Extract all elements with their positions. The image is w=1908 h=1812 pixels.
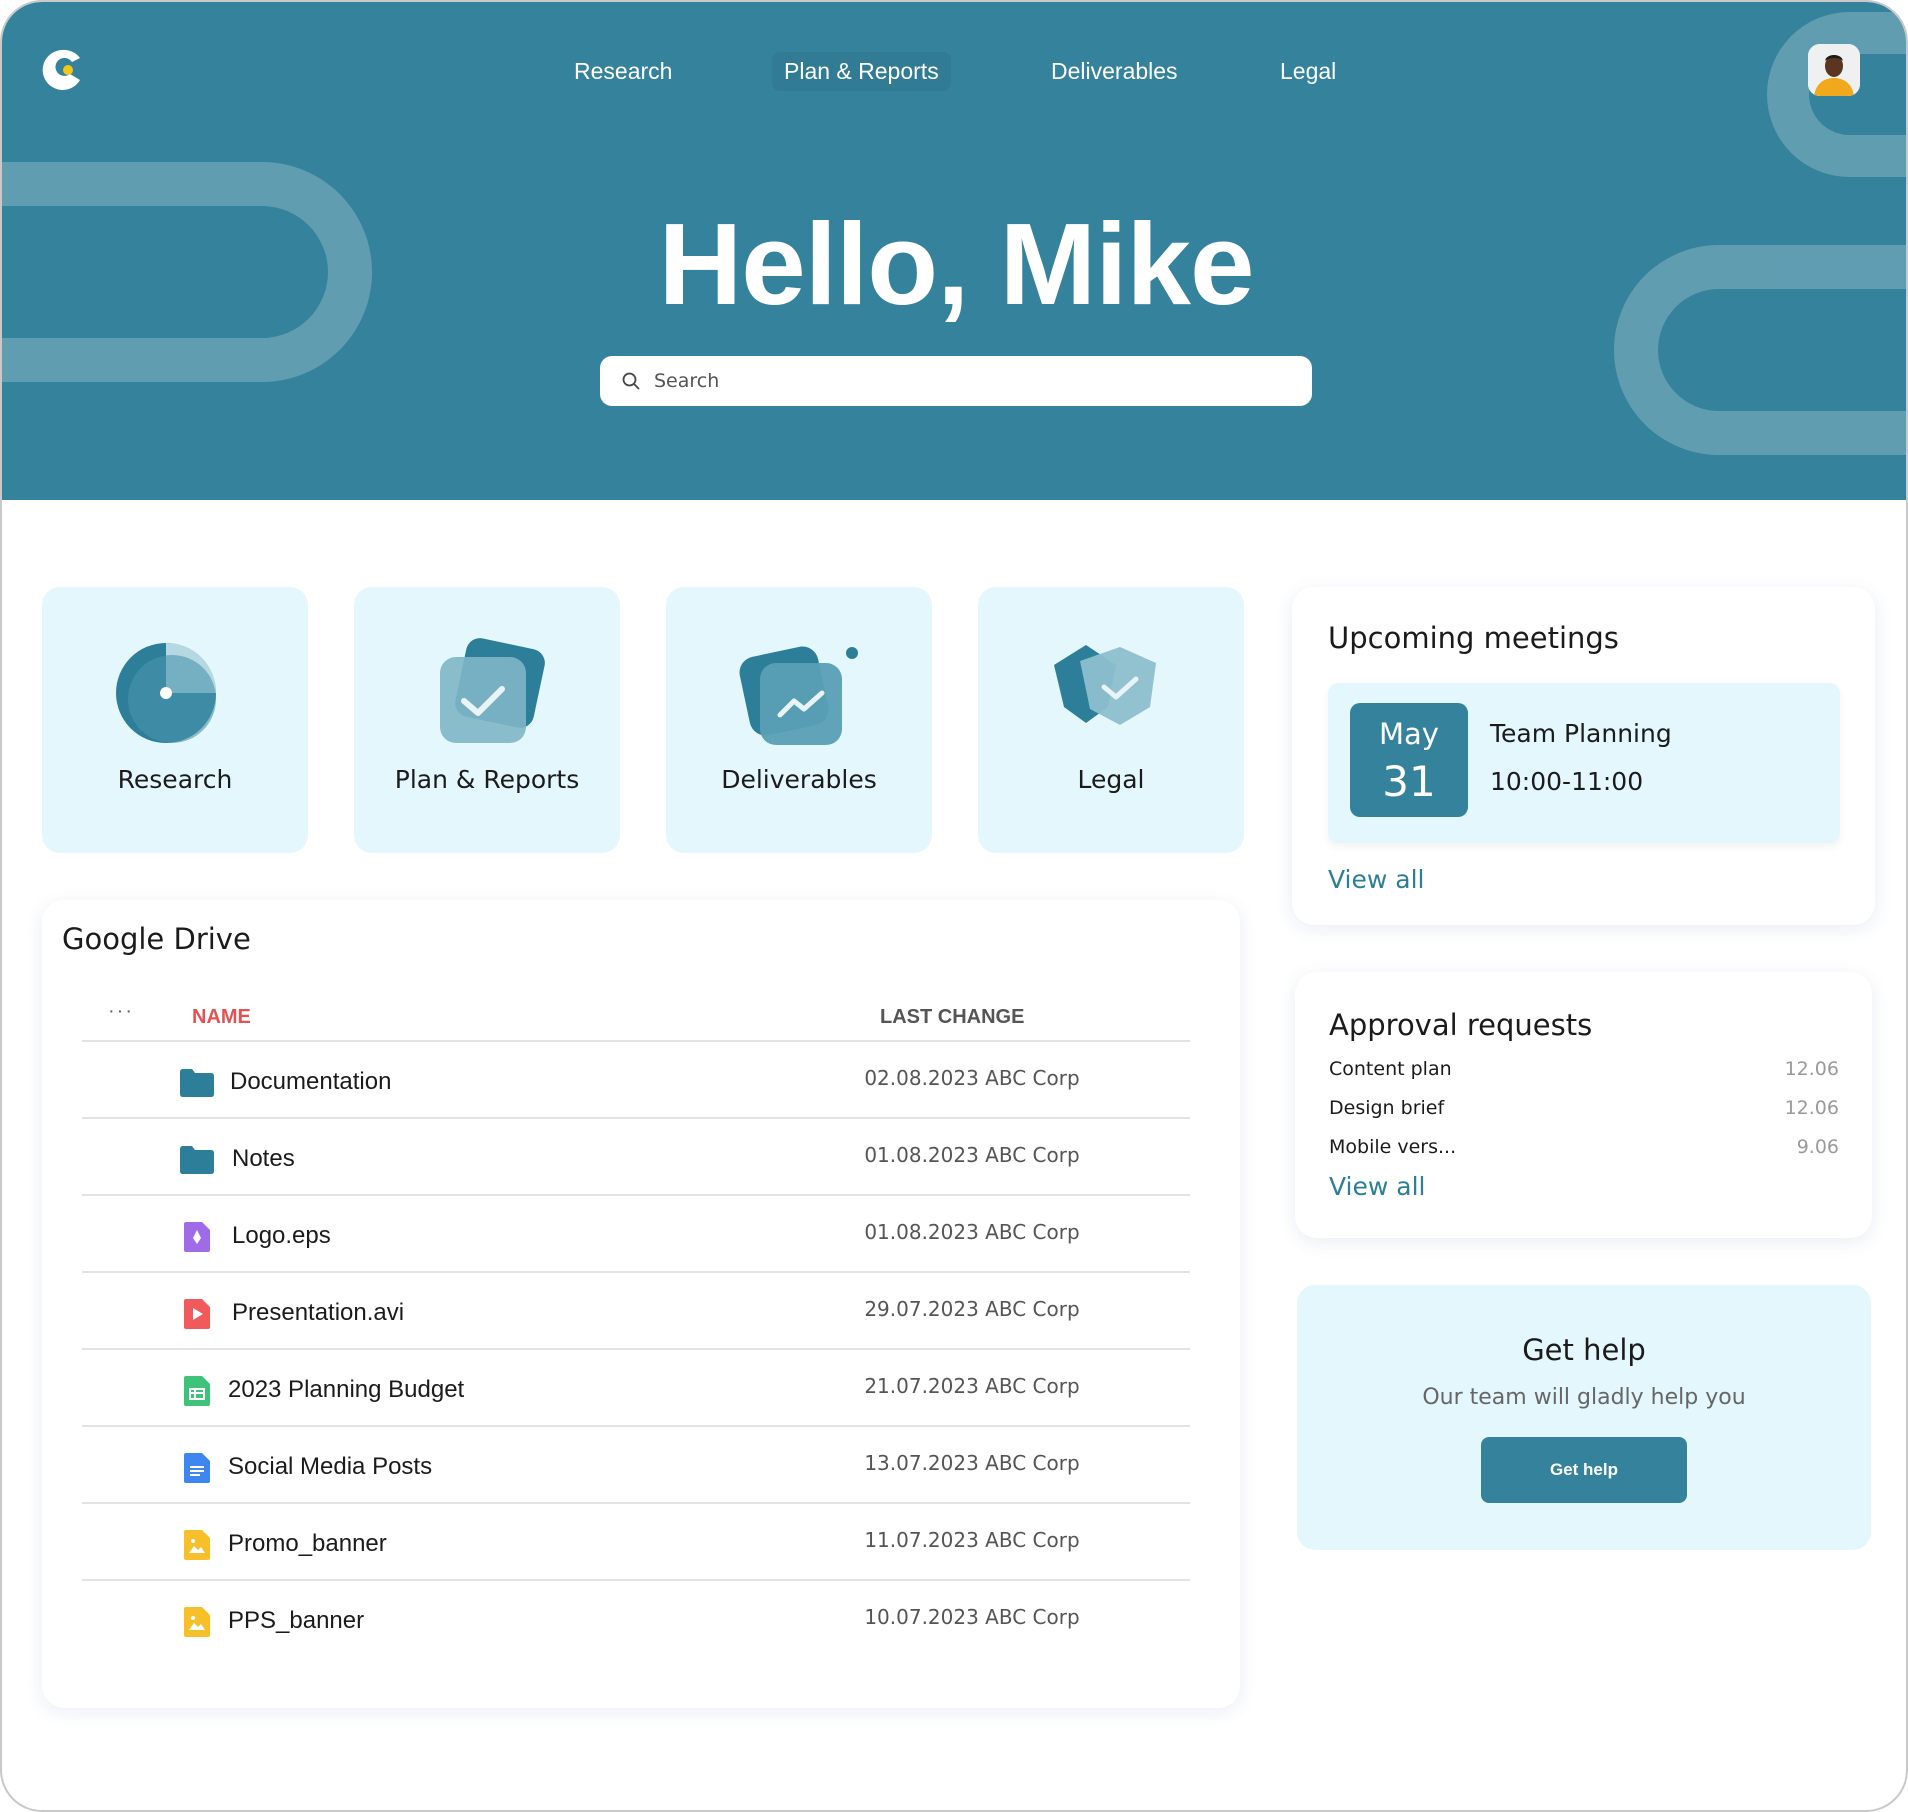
file-last-change: 01.08.2023 ABC Corp [864,1220,1080,1244]
approval-date: 12.06 [1784,1058,1839,1080]
more-options-icon[interactable]: ··· [108,1000,134,1023]
help-subtitle: Our team will gladly help you [1422,1385,1746,1410]
table-row[interactable]: Notes 01.08.2023 ABC Corp [82,1117,1190,1194]
nav-legal[interactable]: Legal [1280,58,1336,85]
table-row[interactable]: Logo.eps 01.08.2023 ABC Corp [82,1194,1190,1271]
approval-name: Mobile vers... [1329,1136,1457,1158]
meeting-item[interactable]: May 31 Team Planning 10:00-11:00 [1328,683,1840,843]
file-name: Presentation.avi [232,1299,405,1326]
search-icon [622,372,640,390]
meeting-date-badge: May 31 [1350,703,1468,817]
file-last-change: 10.07.2023 ABC Corp [864,1605,1080,1629]
get-help-button[interactable]: Get help [1481,1437,1687,1503]
approval-item[interactable]: Mobile vers... 9.06 [1329,1136,1839,1166]
tile-deliverables[interactable]: Deliverables [666,587,932,853]
table-row[interactable]: PPS_banner 10.07.2023 ABC Corp [82,1579,1190,1656]
table-row[interactable]: 2023 Planning Budget 21.07.2023 ABC Corp [82,1348,1190,1425]
file-last-change: 21.07.2023 ABC Corp [864,1374,1080,1398]
nav-deliverables[interactable]: Deliverables [1051,58,1178,85]
shield-check-icon [1054,645,1156,725]
user-avatar-icon [1808,44,1860,96]
video-file-icon [184,1299,210,1329]
file-name: 2023 Planning Budget [228,1376,465,1403]
image-file-icon [184,1607,210,1637]
pie-chart-icon [116,643,216,743]
meetings-title: Upcoming meetings [1328,621,1619,655]
approval-name: Content plan [1329,1058,1452,1080]
vector-file-icon [184,1222,210,1252]
image-file-icon [184,1530,210,1560]
approval-date: 12.06 [1784,1097,1839,1119]
meeting-day: 31 [1382,757,1436,806]
approval-name: Design brief [1329,1097,1445,1119]
tile-label: Legal [1077,765,1145,794]
file-name: Logo.eps [232,1222,331,1249]
table-row[interactable]: Documentation 02.08.2023 ABC Corp [82,1040,1190,1117]
avatar[interactable] [1808,44,1860,96]
meeting-time: 10:00-11:00 [1490,767,1644,796]
file-name: Notes [232,1145,295,1172]
trend-chart-icon [739,646,858,745]
approvals-view-all-link[interactable]: View all [1329,1172,1425,1201]
tile-research[interactable]: Research [42,587,308,853]
nav-plan-reports[interactable]: Plan & Reports [772,52,951,91]
table-row[interactable]: Social Media Posts 13.07.2023 ABC Corp [82,1425,1190,1502]
folder-icon [180,1069,214,1097]
approval-item[interactable]: Content plan 12.06 [1329,1058,1839,1088]
doc-file-icon [184,1453,210,1483]
file-last-change: 11.07.2023 ABC Corp [864,1528,1080,1552]
approval-item[interactable]: Design brief 12.06 [1329,1097,1839,1127]
file-name: Promo_banner [228,1530,387,1557]
file-last-change: 29.07.2023 ABC Corp [864,1297,1080,1321]
google-drive-card: Google Drive ··· NAME LAST CHANGE Docume… [42,900,1240,1708]
table-row[interactable]: Promo_banner 11.07.2023 ABC Corp [82,1502,1190,1579]
tile-label: Plan & Reports [394,765,580,794]
checklist-icon [440,638,545,743]
column-header-last-change[interactable]: LAST CHANGE [880,1006,1024,1029]
upcoming-meetings-card: Upcoming meetings May 31 Team Planning 1… [1292,587,1875,925]
logo-icon[interactable] [38,46,86,94]
tile-label: Deliverables [721,765,877,794]
approval-requests-card: Approval requests Content plan 12.06 Des… [1295,972,1872,1238]
tile-legal[interactable]: Legal [978,587,1244,853]
folder-icon [180,1146,214,1174]
tile-plan-reports[interactable]: Plan & Reports [354,587,620,853]
approval-date: 9.06 [1796,1136,1839,1158]
greeting-heading: Hello, Mike [658,199,1255,329]
file-last-change: 01.08.2023 ABC Corp [864,1143,1080,1167]
nav-research[interactable]: Research [574,58,672,85]
tile-label: Research [117,765,233,794]
search-bar[interactable] [600,356,1312,406]
file-last-change: 13.07.2023 ABC Corp [864,1451,1080,1475]
table-row[interactable]: Presentation.avi 29.07.2023 ABC Corp [82,1271,1190,1348]
meetings-view-all-link[interactable]: View all [1328,865,1424,894]
file-name: Social Media Posts [228,1453,433,1480]
app-frame: Research Plan & Reports Deliverables Leg… [0,0,1908,1812]
approvals-title: Approval requests [1329,1008,1593,1042]
meeting-month: May [1379,717,1439,751]
file-name: PPS_banner [228,1607,365,1634]
get-help-panel: Get help Our team will gladly help you G… [1297,1285,1871,1550]
file-name: Documentation [230,1068,392,1095]
file-last-change: 02.08.2023 ABC Corp [864,1066,1080,1090]
sheet-file-icon [184,1376,210,1406]
help-title: Get help [1522,1333,1646,1367]
hero-header: Research Plan & Reports Deliverables Leg… [2,2,1906,500]
meeting-name: Team Planning [1490,719,1672,748]
drive-title: Google Drive [62,922,251,956]
column-header-name[interactable]: NAME [192,1006,251,1029]
search-input[interactable] [654,356,1294,406]
